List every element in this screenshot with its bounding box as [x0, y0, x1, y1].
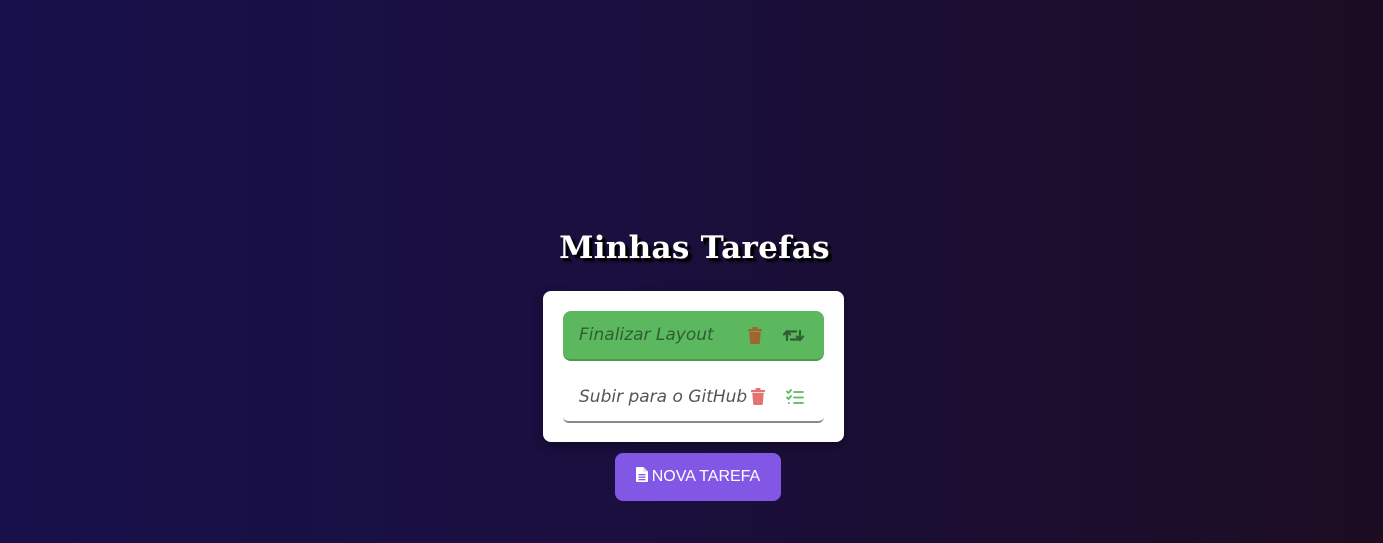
checklist-icon[interactable] [784, 386, 806, 408]
new-task-button[interactable]: NOVA TAREFA [615, 453, 781, 501]
retweet-icon[interactable] [782, 324, 804, 346]
task-label: Finalizar Layout [579, 325, 714, 345]
new-task-button-label: NOVA TAREFA [651, 468, 761, 485]
task-item-pending: Subir para o GitHub [563, 372, 824, 423]
task-item-done: Finalizar Layout [563, 311, 824, 361]
file-text-icon [635, 467, 648, 487]
trash-icon[interactable] [747, 386, 769, 408]
trash-icon[interactable] [744, 324, 766, 346]
task-label: Subir para o GitHub [579, 386, 748, 407]
task-list-card: Finalizar Layout Subir para o GitHub [543, 291, 844, 442]
page-title: Minhas Tarefas [559, 230, 830, 266]
